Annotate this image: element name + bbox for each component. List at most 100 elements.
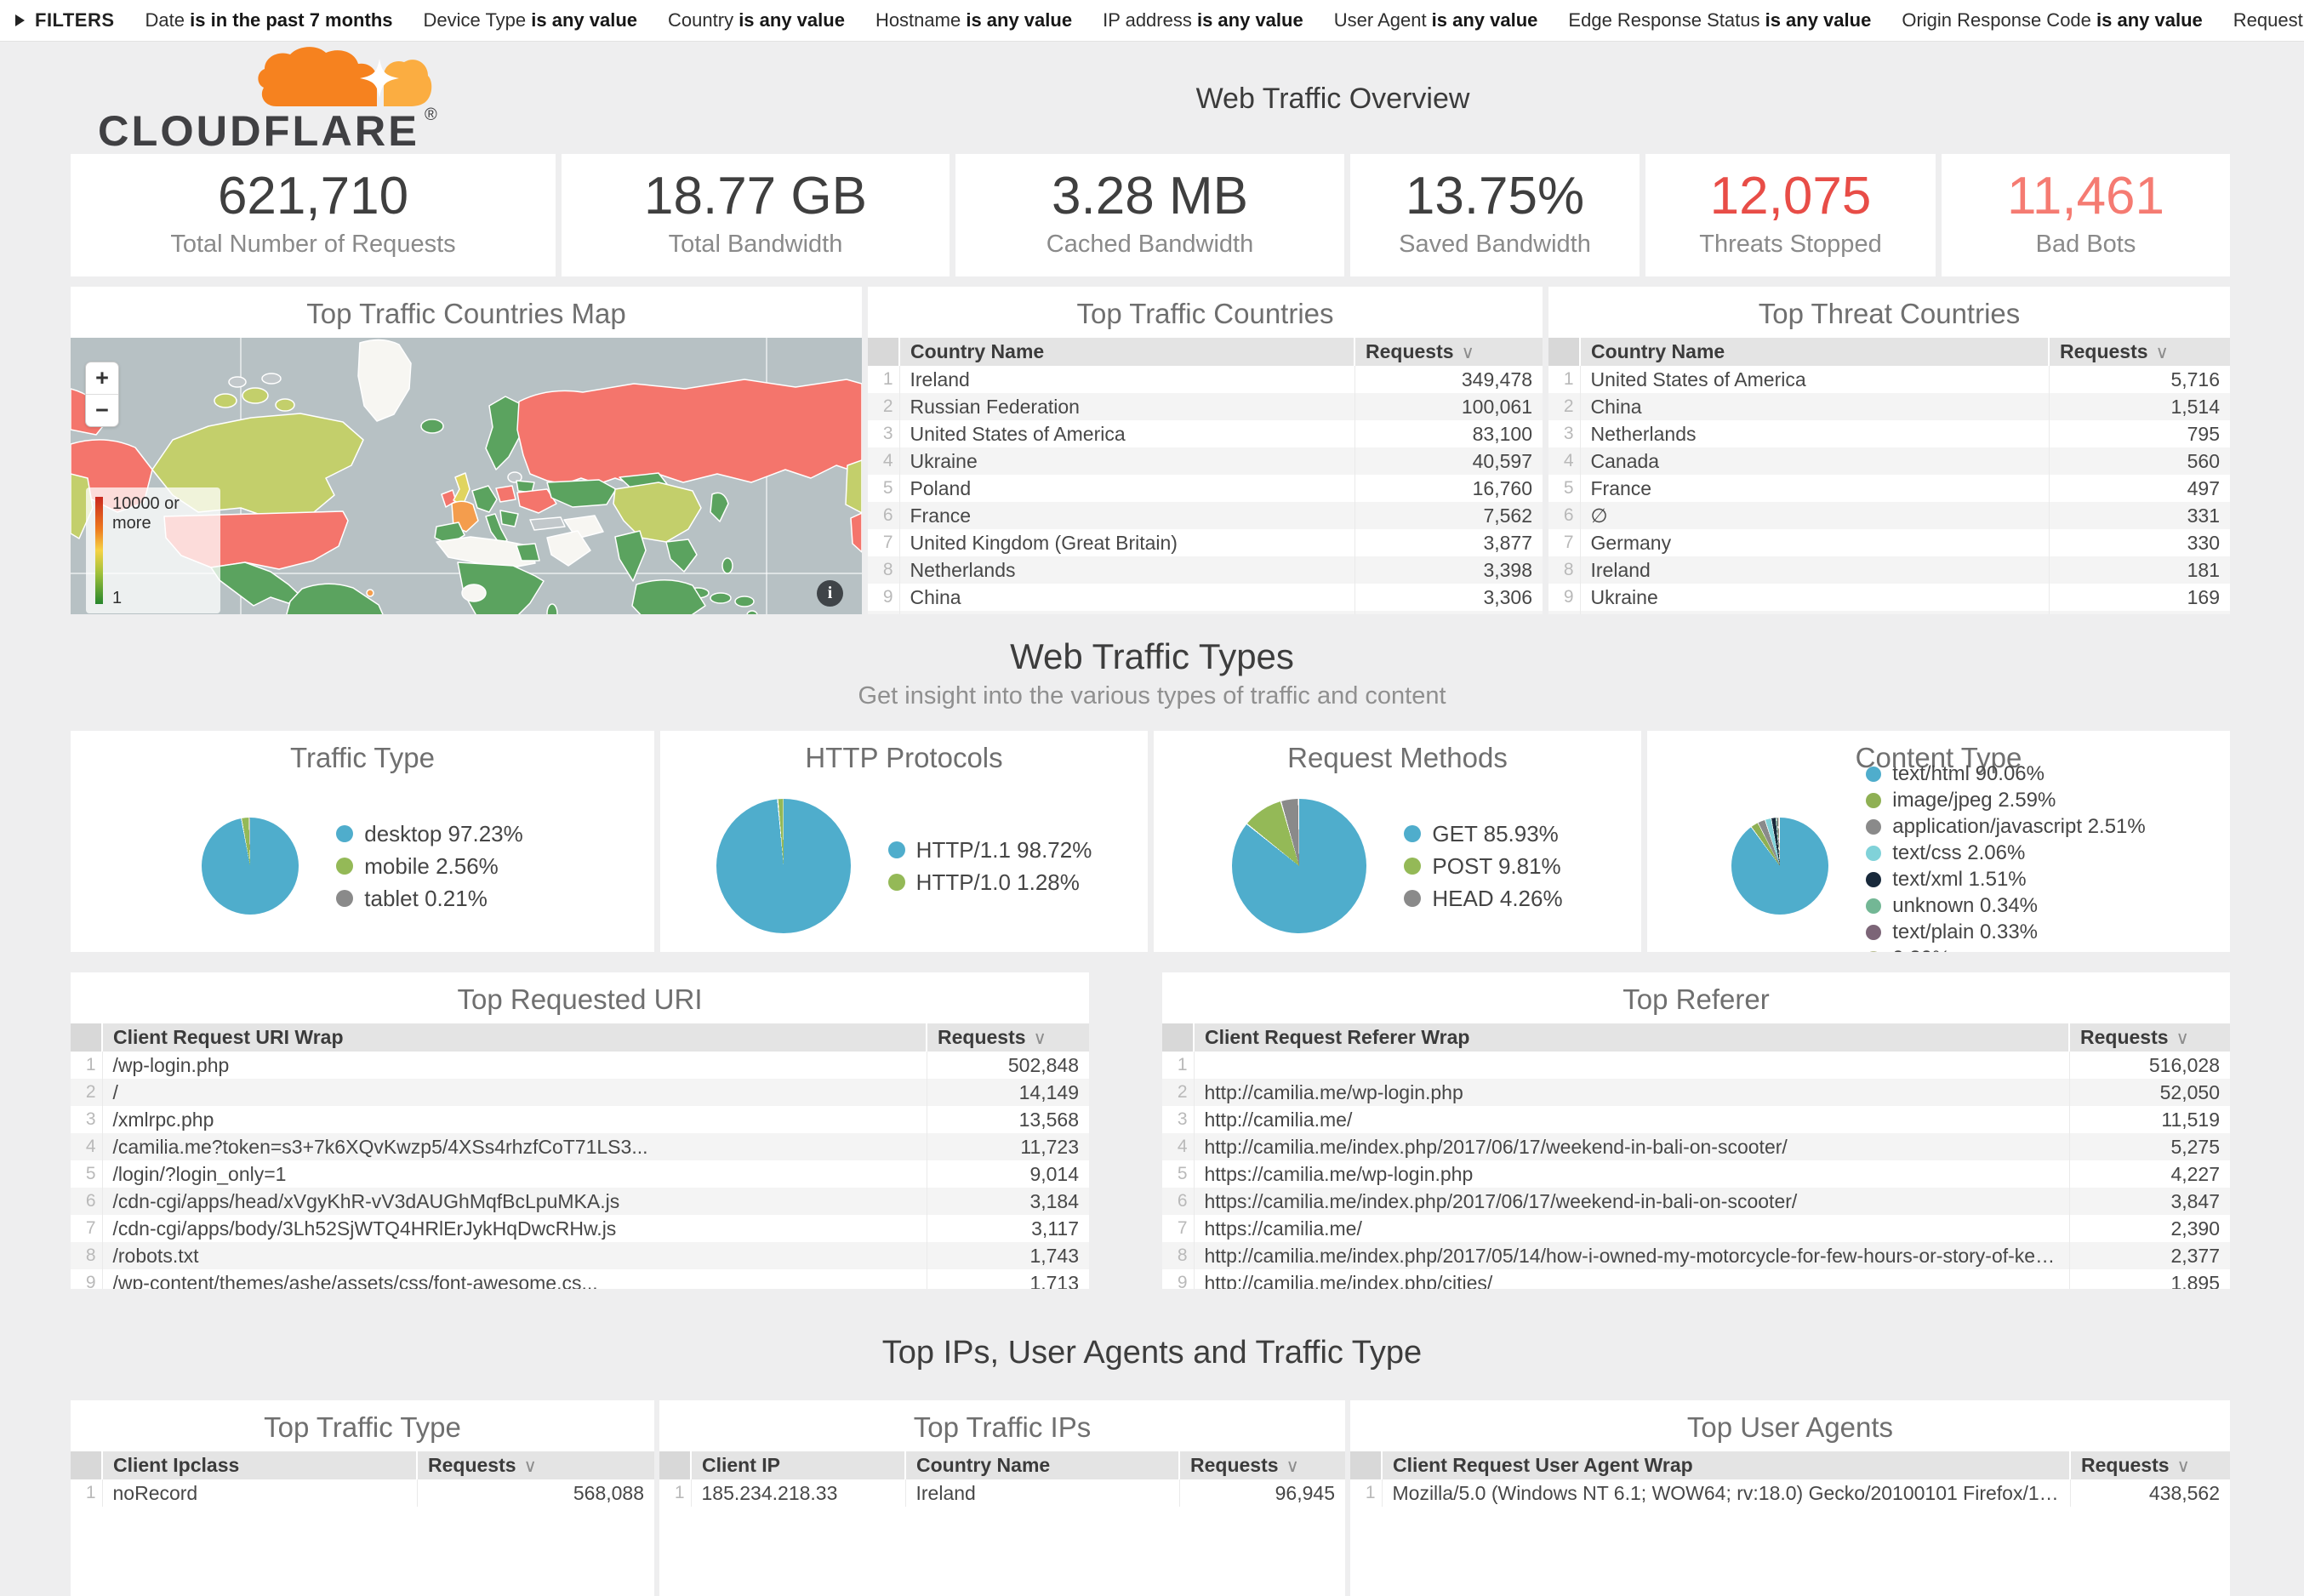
row-index: 1 (659, 1479, 691, 1507)
table-row: 8http://camilia.me/index.php/2017/05/14/… (1162, 1242, 2230, 1269)
table-row: 5/login/?login_only=19,014 (71, 1160, 1089, 1188)
table-row: 9Ukraine169 (1548, 584, 2230, 611)
map-zoom-controls: + − (85, 362, 119, 427)
filter-item[interactable]: IP address is any value (1103, 9, 1303, 31)
zoom-out-button[interactable]: − (86, 394, 118, 426)
cloudflare-logo: CLOUDFLARE ® (98, 47, 438, 151)
row-index: 2 (1162, 1079, 1194, 1106)
cell-value: https://camilia.me/wp-login.php (1194, 1160, 2069, 1188)
geo-row: Top Traffic Countries Map (71, 287, 2230, 614)
cell-requests: 5,716 (2049, 366, 2230, 393)
cell-value: Germany (1580, 529, 2049, 556)
row-index: 5 (1548, 475, 1580, 502)
column-header-requests[interactable]: Requests∨ (2049, 338, 2230, 366)
legend-item: application/javascript 2.51% (1866, 815, 2146, 839)
legend-dot-icon (1866, 898, 1881, 914)
cell-value: France (899, 502, 1354, 529)
filter-item[interactable]: Device Type is any value (424, 9, 638, 31)
row-number-header (1548, 338, 1580, 366)
column-header-requests[interactable]: Requests∨ (1354, 338, 1543, 366)
table-row: 2/14,149 (71, 1079, 1089, 1106)
kpi-threats-stopped: 12,075 Threats Stopped (1645, 154, 1936, 276)
cell-requests: 3,847 (2069, 1188, 2230, 1215)
kpi-total-bandwidth: 18.77 GB Total Bandwidth (562, 154, 950, 276)
filters-toggle[interactable]: FILTERS (15, 9, 115, 31)
content-type-pie-chart[interactable] (1731, 818, 1828, 915)
cell-requests: 3,306 (1354, 584, 1543, 611)
traffic-type-pie-chart[interactable] (202, 818, 299, 915)
legend-item: image/jpeg 2.59% (1866, 789, 2146, 812)
world-choropleth-map[interactable]: + − 10000 or more 1 i (71, 338, 862, 614)
column-header-requests[interactable]: Requests∨ (927, 1023, 1089, 1052)
sort-desc-icon[interactable]: ∨ (524, 1456, 537, 1476)
column-header-user-agent[interactable]: Client Request User Agent Wrap (1382, 1451, 2070, 1479)
table-row: 3United States of America83,100 (868, 420, 1543, 447)
column-header-ipclass[interactable]: Client Ipclass (102, 1451, 417, 1479)
column-header-client-ip[interactable]: Client IP (691, 1451, 905, 1479)
column-header-requests[interactable]: Requests∨ (417, 1451, 654, 1479)
traffic-type-panel: Traffic Type desktop 97.23%mobile 2.56%t… (71, 731, 654, 952)
filter-item[interactable]: Country is any value (668, 9, 845, 31)
table-row: 7United Kingdom (Great Britain)3,877 (868, 529, 1543, 556)
filter-item[interactable]: Date is in the past 7 months (145, 9, 393, 31)
legend-label: tablet 0.21% (364, 886, 488, 912)
user-agents-table: Client Request User Agent Wrap Requests∨… (1350, 1451, 2230, 1507)
sort-desc-icon[interactable]: ∨ (2156, 343, 2169, 362)
column-header-requests[interactable]: Requests∨ (1179, 1451, 1345, 1479)
row-index: 1 (1162, 1052, 1194, 1079)
cell-requests: 330 (2049, 529, 2230, 556)
sort-desc-icon[interactable]: ∨ (1286, 1456, 1299, 1476)
zoom-in-button[interactable]: + (86, 362, 118, 394)
cell-value: /cdn-cgi/apps/head/xVgyKhR-vV3dAUGhMqfBc… (102, 1188, 927, 1215)
cell-value: Ireland (905, 1479, 1179, 1507)
table-row: 8/robots.txt1,743 (71, 1242, 1089, 1269)
table-row: 5France497 (1548, 475, 2230, 502)
panel-title: Top Traffic Type (71, 1400, 654, 1451)
filter-item[interactable]: Hostname is any value (875, 9, 1072, 31)
sort-desc-icon[interactable]: ∨ (2176, 1029, 2189, 1048)
legend-dot-icon (1404, 890, 1421, 907)
http-protocols-pie-chart[interactable] (716, 799, 851, 933)
map-info-button[interactable]: i (817, 580, 843, 607)
row-index: 4 (71, 1133, 102, 1160)
column-header-referer[interactable]: Client Request Referer Wrap (1194, 1023, 2069, 1052)
row-index: 10 (1548, 611, 1580, 614)
cell-requests: 83,100 (1354, 420, 1543, 447)
table-row: 8Ireland181 (1548, 556, 2230, 584)
table-row: 6∅331 (1548, 502, 2230, 529)
filter-item[interactable]: Origin Response Code is any value (1902, 9, 2202, 31)
filter-item[interactable]: User Agent is any value (1334, 9, 1538, 31)
table-row: 4Ukraine40,597 (868, 447, 1543, 475)
column-header-country[interactable]: Country Name (899, 338, 1354, 366)
column-header-uri[interactable]: Client Request URI Wrap (102, 1023, 927, 1052)
filter-item[interactable]: Edge Response Status is any value (1568, 9, 1871, 31)
cell-value: http://camilia.me/index.php/2017/06/17/w… (1194, 1133, 2069, 1160)
cell-value: Canada (1580, 447, 2049, 475)
filter-item[interactable]: Request URI is any value (2233, 9, 2304, 31)
request-methods-pie-chart[interactable] (1232, 799, 1366, 933)
column-header-requests[interactable]: Requests∨ (2070, 1451, 2230, 1479)
cell-requests: 568,088 (417, 1479, 654, 1507)
kpi-label: Total Number of Requests (71, 231, 556, 259)
table-row: 1Ireland349,478 (868, 366, 1543, 393)
table-row: 3Netherlands795 (1548, 420, 2230, 447)
section-subtitle: Get insight into the various types of tr… (0, 682, 2304, 710)
column-header-country[interactable]: Country Name (905, 1451, 1179, 1479)
column-header-requests[interactable]: Requests∨ (2069, 1023, 2230, 1052)
legend-item: HEAD 4.26% (1404, 886, 1562, 912)
cell-requests: 516,028 (2069, 1052, 2230, 1079)
sort-desc-icon[interactable]: ∨ (2177, 1456, 2190, 1476)
legend-dot-icon (336, 890, 353, 907)
table-row: 1 516,028 (1162, 1052, 2230, 1079)
requested-uri-table: Client Request URI Wrap Requests∨ 1/wp-l… (71, 1023, 1089, 1289)
column-header-country[interactable]: Country Name (1580, 338, 2049, 366)
legend-dot-icon (888, 841, 905, 858)
table-row: 1United States of America5,716 (1548, 366, 2230, 393)
sort-desc-icon[interactable]: ∨ (1034, 1029, 1046, 1048)
cell-value: / (102, 1079, 927, 1106)
kpi-label: Cached Bandwidth (955, 231, 1344, 259)
cell-requests: 169 (2049, 584, 2230, 611)
sort-desc-icon[interactable]: ∨ (1462, 343, 1474, 362)
cell-requests: 4,227 (2069, 1160, 2230, 1188)
legend-dot-icon (1866, 793, 1881, 808)
